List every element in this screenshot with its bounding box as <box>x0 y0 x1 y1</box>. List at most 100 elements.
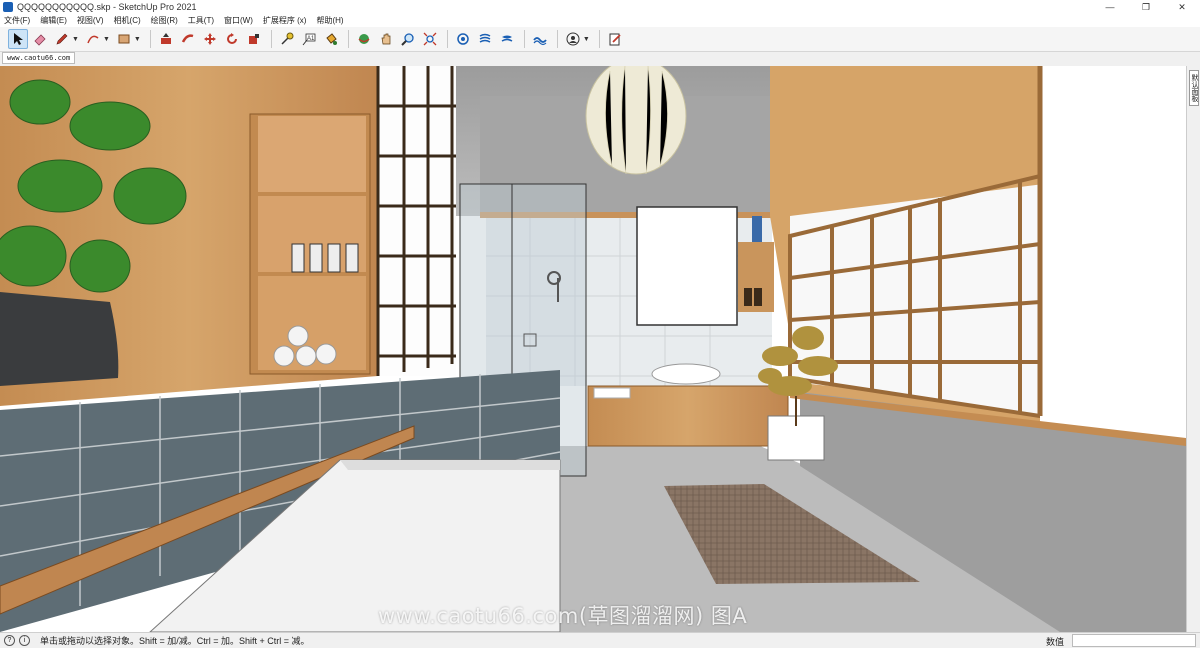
scale-icon <box>248 34 259 44</box>
warehouse-button[interactable] <box>453 29 473 49</box>
menu-file[interactable]: 文件(F) <box>4 15 30 26</box>
niche-bottle <box>744 288 752 306</box>
shoji-screen <box>378 66 456 376</box>
vessel-sink <box>651 363 721 385</box>
sandbox-button[interactable] <box>530 29 550 49</box>
text-icon: A1 <box>302 33 316 46</box>
maximize-button[interactable]: ❐ <box>1128 0 1164 14</box>
rectangle-icon <box>118 34 130 44</box>
extension-manager-button[interactable] <box>605 29 625 49</box>
account-button[interactable] <box>563 29 583 49</box>
move-tool-button[interactable] <box>200 29 220 49</box>
title-bar: QQQQQQQQQQQ.skp - SketchUp Pro 2021 — ❐ … <box>0 0 1200 14</box>
bright-window <box>1040 66 1186 446</box>
scale-tool-button[interactable] <box>244 29 264 49</box>
text-tool-button[interactable]: A1 <box>299 29 319 49</box>
pencil-icon <box>56 33 68 45</box>
eraser-icon <box>34 34 46 46</box>
main-toolbar: ▼ ▼ ▼ A1 ▼ <box>0 27 1200 52</box>
toolbar-separator <box>446 30 448 48</box>
geolocation-icon[interactable]: ? <box>4 635 15 646</box>
select-tool-button[interactable] <box>8 29 28 49</box>
pan-icon <box>381 33 391 45</box>
paper-pendant-lamp <box>585 66 687 175</box>
push-pull-tool-button[interactable] <box>156 29 176 49</box>
blue-bottle <box>752 216 762 242</box>
zoom-tool-button[interactable] <box>398 29 418 49</box>
minimize-button[interactable]: — <box>1092 0 1128 14</box>
warehouse-icon <box>457 33 469 45</box>
rectangle-tool-button[interactable] <box>114 29 134 49</box>
follow-me-tool-button[interactable] <box>178 29 198 49</box>
menu-bar: 文件(F) 编辑(E) 视图(V) 相机(C) 绘图(R) 工具(T) 窗口(W… <box>0 14 1200 27</box>
layout-icon <box>501 35 513 42</box>
tape-measure-icon <box>281 32 294 45</box>
extension-warehouse-icon <box>479 33 491 43</box>
eraser-tool-button[interactable] <box>30 29 50 49</box>
measurements-input[interactable] <box>1072 634 1196 647</box>
toolbar-separator <box>149 30 151 48</box>
scene-tab-bar: www.caotu66.com <box>0 52 1186 66</box>
credits-icon[interactable]: i <box>19 635 30 646</box>
rotate-icon <box>226 33 237 44</box>
select-icon <box>14 33 23 45</box>
push-pull-icon <box>160 33 171 44</box>
toolbar-separator <box>523 30 525 48</box>
account-icon <box>566 32 580 46</box>
default-tray-tab[interactable]: 默认面板 <box>1189 70 1199 106</box>
window-controls: — ❐ ✕ <box>1092 0 1200 14</box>
menu-view[interactable]: 视图(V) <box>77 15 104 26</box>
status-bar: ? i 单击或拖动以选择对象。Shift = 加/减。Ctrl = 加。Shif… <box>0 632 1200 648</box>
sketchup-app-icon <box>3 2 13 12</box>
tape-measure-tool-button[interactable] <box>277 29 297 49</box>
toolbar-separator <box>347 30 349 48</box>
niche-bottle <box>754 288 762 306</box>
account-dropdown-icon[interactable]: ▼ <box>583 36 590 43</box>
paint-bucket-tool-button[interactable] <box>321 29 341 49</box>
sandbox-icon <box>533 37 547 46</box>
orbit-tool-button[interactable] <box>354 29 374 49</box>
watermark-text: www.caotu66.com(草图溜溜网) 图A <box>378 604 748 628</box>
menu-edit[interactable]: 编辑(E) <box>40 15 67 26</box>
zoom-icon <box>401 33 414 46</box>
towel-tray <box>593 387 631 399</box>
arc-icon <box>87 35 99 44</box>
pan-tool-button[interactable] <box>376 29 396 49</box>
menu-draw[interactable]: 绘图(R) <box>151 15 178 26</box>
status-message: 单击或拖动以选择对象。Shift = 加/减。Ctrl = 加。Shift + … <box>40 636 310 646</box>
rotate-tool-button[interactable] <box>222 29 242 49</box>
menu-help[interactable]: 帮助(H) <box>316 15 343 26</box>
pencil-tool-button[interactable] <box>52 29 72 49</box>
pencil-dropdown-icon[interactable]: ▼ <box>72 36 79 43</box>
mirror <box>636 206 738 326</box>
paint-bucket-icon <box>326 33 337 45</box>
shape-dropdown-icon[interactable]: ▼ <box>134 36 141 43</box>
close-button[interactable]: ✕ <box>1164 0 1200 14</box>
menu-tools[interactable]: 工具(T) <box>188 15 214 26</box>
svg-text:A1: A1 <box>307 36 315 42</box>
arc-tool-button[interactable] <box>83 29 103 49</box>
layout-button[interactable] <box>497 29 517 49</box>
move-icon <box>203 33 216 45</box>
menu-window[interactable]: 窗口(W) <box>224 15 253 26</box>
scene-tab[interactable]: www.caotu66.com <box>2 52 76 64</box>
toolbar-separator <box>556 30 558 48</box>
arc-dropdown-icon[interactable]: ▼ <box>103 36 110 43</box>
zoom-extents-tool-button[interactable] <box>420 29 440 49</box>
measurements-label: 数值 <box>1046 637 1065 647</box>
extension-warehouse-button[interactable] <box>475 29 495 49</box>
menu-camera[interactable]: 相机(C) <box>114 15 141 26</box>
extension-manager-icon <box>609 33 621 46</box>
stone-vessel <box>0 292 119 386</box>
default-tray: 默认面板 <box>1186 66 1200 632</box>
modeling-viewport[interactable]: www.caotu66.com(草图溜溜网) 图A <box>0 66 1186 632</box>
toolbar-separator <box>598 30 600 48</box>
zoom-extents-icon <box>423 32 437 46</box>
menu-extensions[interactable]: 扩展程序 (x) <box>263 15 307 26</box>
niche-upper <box>258 116 366 192</box>
bathroom-scene-render <box>0 66 1186 632</box>
window-title: QQQQQQQQQQQ.skp - SketchUp Pro 2021 <box>17 2 197 12</box>
orbit-icon <box>358 34 370 44</box>
toolbar-separator <box>270 30 272 48</box>
follow-me-icon <box>181 34 194 43</box>
